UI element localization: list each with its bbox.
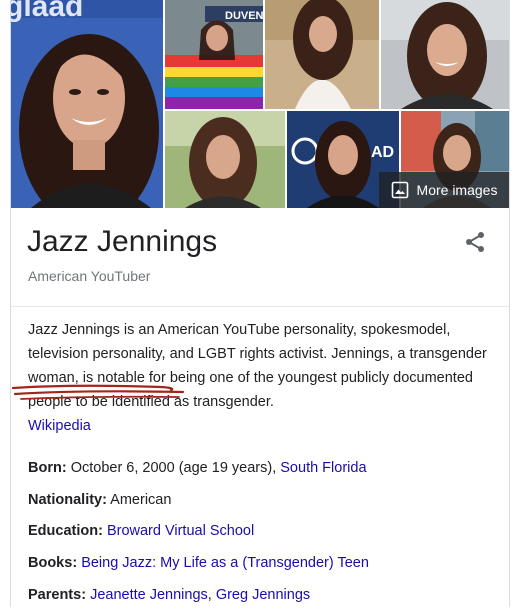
fact-link[interactable]: Being Jazz: My Life as a (Transgender) T… [81, 555, 369, 571]
fact-born: Born: October 6, 2000 (age 19 years), So… [28, 456, 498, 488]
photo-smile-stripes[interactable] [381, 0, 509, 109]
fact-label: Books: [28, 555, 78, 572]
sign-text: AD [371, 144, 394, 161]
fact-separator: , [207, 586, 216, 603]
more-images-button[interactable]: More images [379, 172, 509, 208]
banner-text: DUVEN [225, 10, 263, 22]
photo-white-dress[interactable] [265, 0, 379, 109]
facts-list: Born: October 6, 2000 (age 19 years), So… [28, 456, 498, 614]
fact-education: Education: Broward Virtual School [28, 519, 498, 551]
fact-value: October 6, 2000 (age 19 years), [66, 460, 281, 476]
fact-label: Parents: [28, 586, 87, 603]
knowledge-panel: glaad DUVEN AD More images Jazz Jennings… [10, 0, 510, 607]
description-text-2: , is notable for being one of the younge… [28, 370, 473, 410]
photo-main[interactable]: glaad [11, 0, 163, 208]
photo-parade[interactable]: DUVEN [165, 0, 263, 109]
image-icon [391, 181, 408, 199]
watermark-text: glaad [11, 0, 83, 23]
entity-header: Jazz Jennings American YouTuber [11, 208, 509, 307]
fact-link[interactable]: Greg Jennings [216, 587, 310, 603]
fact-label: Nationality: [28, 491, 107, 508]
more-images-label: More images [416, 182, 498, 198]
fact-books: Books: Being Jazz: My Life as a (Transge… [28, 551, 498, 583]
fact-value: American [106, 491, 172, 508]
entity-title: Jazz Jennings [27, 225, 218, 258]
fact-label: Education: [28, 523, 103, 540]
fact-nationality: Nationality: American [28, 488, 498, 520]
fact-link[interactable]: Broward Virtual School [107, 523, 254, 539]
photo-outdoor[interactable] [165, 111, 285, 208]
fact-parents: Parents: Jeanette Jennings, Greg Jenning… [28, 583, 498, 614]
fact-label: Born: [28, 460, 67, 476]
image-collage[interactable]: glaad DUVEN AD More images [11, 0, 509, 208]
fact-link[interactable]: Jeanette Jennings [90, 587, 208, 603]
wikipedia-source-link[interactable]: Wikipedia [28, 418, 91, 434]
share-icon[interactable] [463, 230, 487, 254]
entity-subtitle: American YouTuber [28, 268, 151, 284]
fact-link[interactable]: South Florida [280, 460, 366, 476]
entity-description: Jazz Jennings is an American YouTube per… [28, 318, 498, 438]
description-text-1: Jazz Jennings is an American YouTube per… [28, 322, 451, 362]
